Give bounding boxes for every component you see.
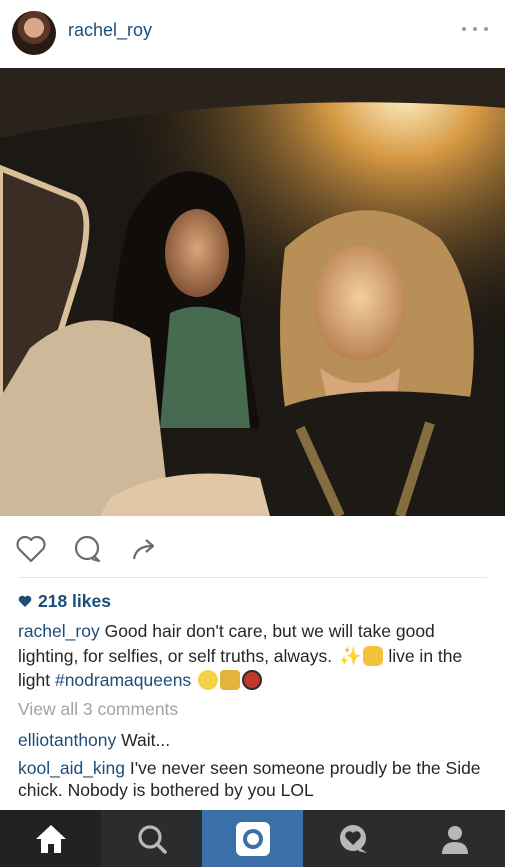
camera-icon: [235, 821, 270, 856]
comment-username[interactable]: elliotanthony: [18, 730, 116, 750]
bottom-tab-bar: [0, 810, 505, 867]
avatar[interactable]: [12, 11, 56, 55]
post-header: rachel_roy: [0, 0, 505, 68]
caption-username[interactable]: rachel_roy: [18, 621, 100, 641]
profile-icon: [441, 825, 468, 854]
sparkles-emoji-icon: ✨: [339, 645, 362, 666]
activity-icon: [339, 824, 367, 853]
comment-item: kool_aid_king I've never seen someone pr…: [18, 757, 493, 801]
tab-activity[interactable]: [303, 810, 404, 867]
eye-roll-emoji-icon: [198, 670, 219, 690]
raised-hands-emoji-icon: [363, 645, 384, 666]
hashtag-link[interactable]: #nodramaqueens: [55, 670, 191, 690]
tab-camera[interactable]: [202, 810, 303, 867]
comment-item: elliotanthony Wait...: [18, 729, 493, 751]
share-icon[interactable]: [128, 532, 162, 566]
view-all-comments-link[interactable]: View all 3 comments: [18, 699, 178, 720]
tab-search[interactable]: [101, 810, 202, 867]
search-icon: [137, 824, 167, 854]
likes-count[interactable]: 218 likes: [18, 591, 111, 612]
likes-text: 218 likes: [38, 591, 111, 611]
no-entry-emoji-icon: [242, 670, 263, 690]
home-icon: [35, 824, 66, 853]
heart-small-icon: [18, 595, 32, 607]
heart-icon[interactable]: [14, 532, 48, 566]
more-icon[interactable]: [462, 18, 488, 40]
comment-text: Wait...: [116, 730, 171, 750]
tab-home[interactable]: [0, 810, 101, 867]
comment-username[interactable]: kool_aid_king: [18, 758, 125, 778]
post-photo[interactable]: [0, 68, 505, 516]
comment-icon[interactable]: [70, 532, 104, 566]
post-actions: [0, 526, 505, 572]
crown-emoji-icon: [220, 670, 241, 690]
divider: [18, 577, 487, 578]
post-username[interactable]: rachel_roy: [68, 20, 152, 41]
post-caption: rachel_roy Good hair don't care, but we …: [18, 619, 493, 693]
tab-profile[interactable]: [404, 810, 505, 867]
